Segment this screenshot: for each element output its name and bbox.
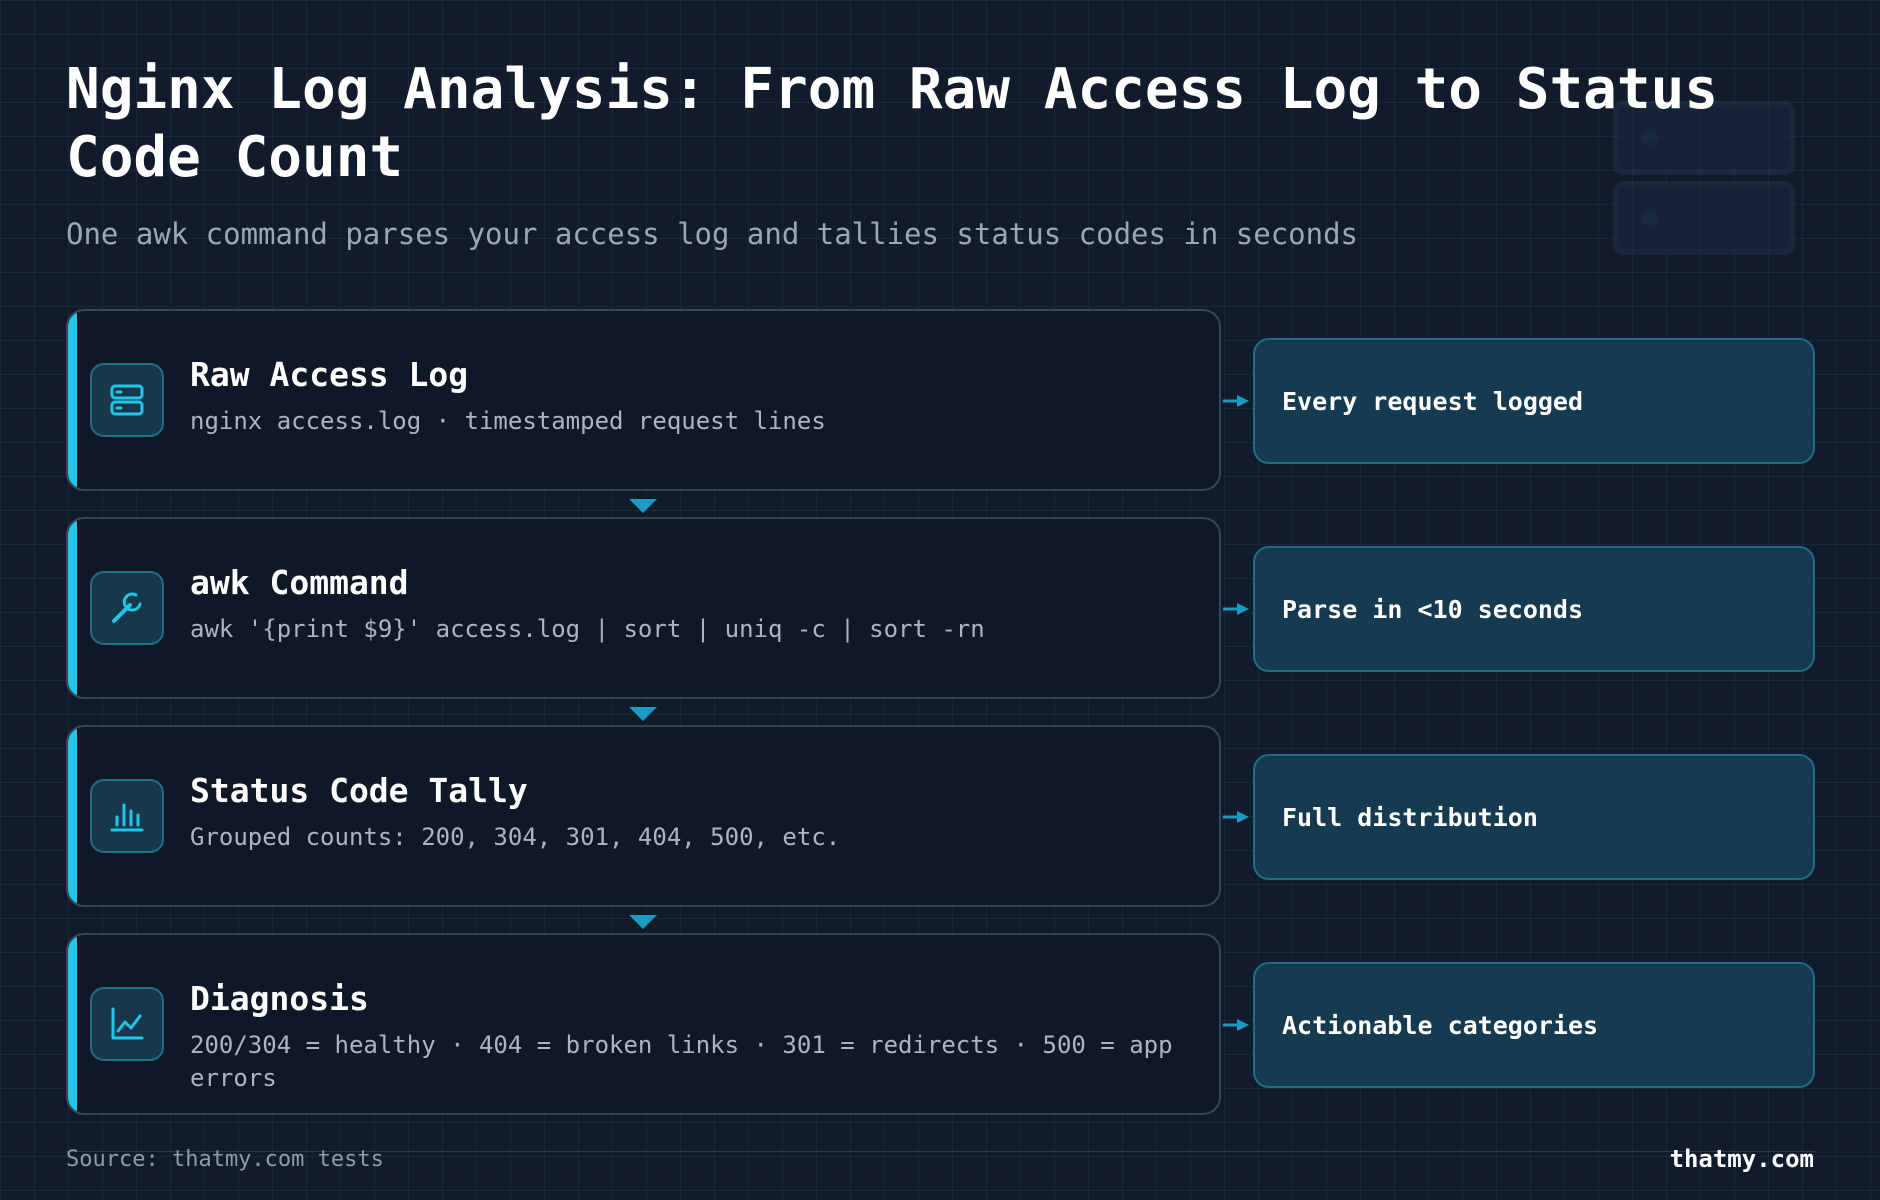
outcome-badge-actionable-categories: Actionable categories	[1253, 962, 1815, 1088]
arrow-right-icon	[1223, 395, 1249, 407]
outcome-badge-full-distribution: Full distribution	[1253, 754, 1815, 880]
step-card-status-code-tally: Status Code Tally Grouped counts: 200, 3…	[66, 725, 1221, 907]
outcome-badge-parse-speed: Parse in <10 seconds	[1253, 546, 1815, 672]
arrow-right-icon	[1223, 811, 1249, 823]
outcome-label: Parse in <10 seconds	[1282, 594, 1584, 624]
line-chart-icon	[90, 987, 164, 1061]
step-description: nginx access.log · timestamped request l…	[190, 407, 826, 435]
accent-bar	[68, 519, 77, 697]
step-description: awk '{print $9}' access.log | sort | uni…	[190, 615, 985, 643]
flow-connector-arrow	[629, 707, 657, 721]
page-title: Nginx Log Analysis: From Raw Access Log …	[66, 57, 1719, 190]
footer-source: Source: thatmy.com tests	[66, 1147, 384, 1172]
flow-connector-arrow	[629, 915, 657, 929]
step-title: Raw Access Log	[190, 355, 469, 394]
step-card-raw-access-log: Raw Access Log nginx access.log · timest…	[66, 309, 1221, 491]
accent-bar	[68, 727, 77, 905]
step-card-diagnosis: Diagnosis 200/304 = healthy · 404 = brok…	[66, 933, 1221, 1115]
bar-chart-icon	[90, 779, 164, 853]
outcome-label: Actionable categories	[1282, 1010, 1599, 1040]
outcome-badge-every-request-logged: Every request logged	[1253, 338, 1815, 464]
arrow-right-icon	[1223, 1019, 1249, 1031]
footer-brand: thatmy.com	[1669, 1145, 1815, 1173]
server-icon	[90, 363, 164, 437]
arrow-right-icon	[1223, 603, 1249, 615]
step-description: 200/304 = healthy · 404 = broken links ·…	[190, 1031, 1173, 1092]
wrench-icon	[90, 571, 164, 645]
step-title: awk Command	[190, 563, 409, 602]
accent-bar	[68, 935, 77, 1113]
accent-bar	[68, 311, 77, 489]
step-description: Grouped counts: 200, 304, 301, 404, 500,…	[190, 823, 841, 851]
flow-connector-arrow	[629, 499, 657, 513]
page-subtitle: One awk command parses your access log a…	[66, 217, 1359, 251]
step-title: Diagnosis	[190, 979, 369, 1018]
outcome-label: Every request logged	[1282, 386, 1584, 416]
step-card-awk-command: awk Command awk '{print $9}' access.log …	[66, 517, 1221, 699]
step-title: Status Code Tally	[190, 771, 528, 810]
outcome-label: Full distribution	[1282, 802, 1538, 832]
